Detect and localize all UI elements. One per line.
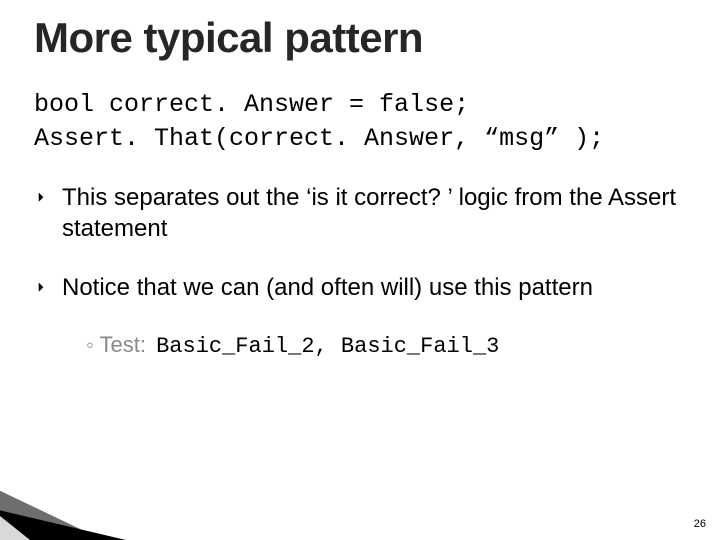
page-number: 26 xyxy=(694,518,706,530)
bullet-item-1: This separates out the ‘is it correct? ’… xyxy=(34,182,686,244)
slide-title: More typical pattern xyxy=(34,14,686,62)
bullet-item-2: Notice that we can (and often will) use … xyxy=(34,272,686,303)
sub-bullet: ◦ Test: Basic_Fail_2, Basic_Fail_3 xyxy=(34,331,686,362)
bullet-list: This separates out the ‘is it correct? ’… xyxy=(34,182,686,304)
code-block: bool correct. Answer = false; Assert. Th… xyxy=(34,88,686,156)
sub-bullet-code: Basic_Fail_2, Basic_Fail_3 xyxy=(156,334,499,359)
slide: More typical pattern bool correct. Answe… xyxy=(0,0,720,540)
corner-decoration xyxy=(0,468,190,540)
sub-bullet-prefix: ◦ Test: xyxy=(86,332,152,357)
code-line-1: bool correct. Answer = false; xyxy=(34,90,469,119)
code-line-2: Assert. That(correct. Answer, “msg” ); xyxy=(34,124,604,153)
